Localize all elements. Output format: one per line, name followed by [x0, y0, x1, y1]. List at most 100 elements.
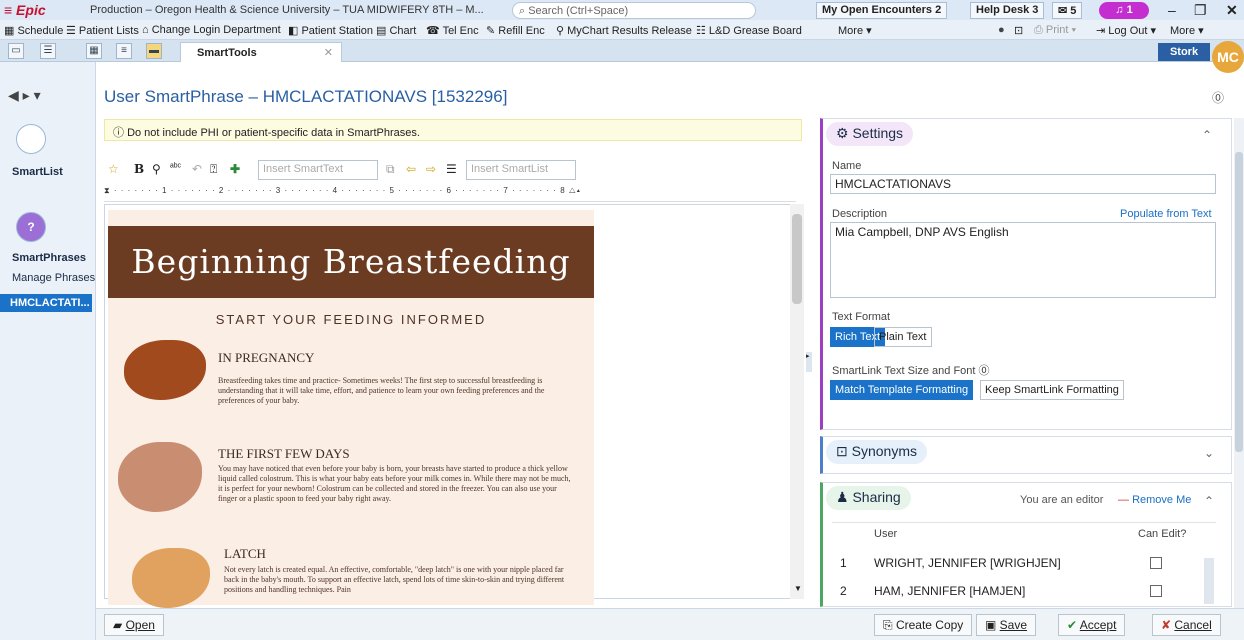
left-arrow-icon[interactable]: ⇦ — [406, 162, 416, 176]
remove-me-label: Remove Me — [1132, 494, 1192, 506]
editor-scroll-thumb[interactable] — [792, 214, 802, 304]
description-field[interactable]: Mia Campbell, DNP AVS English — [830, 222, 1216, 298]
copy-icon: ⎘ — [883, 618, 896, 632]
tab-smarttools[interactable]: SmartTools ✕ — [180, 42, 342, 62]
messages-count: 5 — [1070, 5, 1077, 17]
insert-smarttext-input[interactable]: Insert SmartText — [258, 160, 378, 180]
patient-lists-button[interactable]: ☰ Patient Lists — [66, 24, 139, 37]
add-icon[interactable]: ✚ — [230, 162, 240, 176]
lock-icon[interactable]: ⊡ — [1014, 24, 1023, 37]
warning-text: Do not include PHI or patient-specific d… — [127, 127, 420, 139]
search-placeholder: Search (Ctrl+Space) — [528, 5, 629, 17]
mychart-results-button[interactable]: ⚲ MyChart Results Release — [556, 24, 692, 37]
accept-button[interactable]: ✔ Accept — [1058, 614, 1126, 636]
keep-smartlink-toggle[interactable]: Keep SmartLink Formatting — [980, 380, 1124, 400]
right-scroll-thumb[interactable] — [1235, 152, 1243, 452]
bell-icon: ♫ — [1115, 4, 1127, 16]
insert-smartlist-input[interactable]: Insert SmartList — [466, 160, 576, 180]
synonyms-header-label: Synonyms — [851, 443, 917, 459]
list-arrow-icon[interactable]: ☰ — [446, 162, 457, 176]
text-format-label: Text Format — [832, 311, 891, 323]
expand-icon[interactable]: ⌄ — [1204, 446, 1214, 460]
match-template-toggle[interactable]: Match Template Formatting — [830, 380, 974, 400]
settings-header-label: Settings — [852, 125, 904, 141]
star-icon[interactable]: ☆ — [108, 162, 119, 176]
cancel-label: Cancel — [1174, 618, 1212, 632]
help-desk-button[interactable]: Help Desk 3 — [970, 2, 1045, 19]
window-title: Production – Oregon Health & Science Uni… — [90, 4, 484, 16]
change-login-button[interactable]: ⌂ Change Login Department — [142, 24, 281, 36]
sharing-header[interactable]: ♟ Sharing — [826, 486, 911, 510]
notifications-button[interactable]: ♫ 1 — [1099, 2, 1149, 19]
synonyms-header[interactable]: ⊡ Synonyms — [826, 440, 927, 464]
patient-station-button[interactable]: ◧ Patient Station — [288, 24, 373, 37]
collapse-icon[interactable]: ⌃ — [1202, 128, 1212, 142]
grease-board-button[interactable]: ☷ L&D Grease Board — [696, 24, 802, 37]
save-button[interactable]: ▣ Save — [976, 614, 1037, 636]
avatar[interactable]: MC — [1212, 41, 1244, 73]
collapse-sharing-icon[interactable]: ⌃ — [1204, 494, 1214, 508]
template-icon[interactable]: ⍰ — [210, 162, 217, 177]
page-title: User SmartPhrase – HMCLACTATIONAVS [1532… — [104, 87, 508, 106]
sharing-scrollbar[interactable] — [1204, 558, 1214, 604]
stork-button[interactable]: Stork — [1158, 43, 1210, 61]
name-field[interactable]: HMCLACTATIONAVS — [830, 174, 1216, 194]
cancel-button[interactable]: ✘ Cancel — [1152, 614, 1221, 636]
scroll-down-icon[interactable]: ▼ — [794, 584, 802, 593]
settings-header[interactable]: ⚙ Settings — [826, 122, 914, 146]
inbox-icon[interactable]: ▬ — [146, 43, 162, 59]
document-subhead: START YOUR FEEDING INFORMED — [215, 312, 487, 327]
panel-splitter-icon[interactable]: ▸ — [806, 352, 812, 372]
schedule-button[interactable]: ▦ Schedule — [4, 24, 63, 37]
help-icon[interactable]: ⓪ — [979, 365, 990, 377]
plain-text-toggle[interactable]: Plain Text — [874, 327, 932, 347]
minus-icon: — — [1118, 494, 1133, 506]
back-arrow-icon[interactable]: ◀ ▸ ▾ — [8, 87, 41, 104]
list-icon[interactable]: ≡ — [116, 43, 132, 59]
smarttext-lookup-icon[interactable]: ⧉ — [386, 162, 395, 177]
more-right-menu[interactable]: More ▾ — [1170, 24, 1204, 37]
messages-button[interactable]: ✉ 5 — [1052, 2, 1083, 19]
editor-note: You are an editor — [1020, 494, 1104, 506]
sidebar-item-smartphrases[interactable]: SmartPhrases — [12, 252, 86, 264]
undo-icon[interactable]: ↶ — [192, 162, 202, 176]
tel-enc-button[interactable]: ☎ Tel Enc — [426, 24, 479, 37]
refill-enc-button[interactable]: ✎ Refill Enc — [486, 24, 545, 37]
chart-button[interactable]: ▤ Chart — [376, 24, 416, 37]
right-arrow-icon[interactable]: ⇨ — [426, 162, 436, 176]
can-edit-checkbox[interactable] — [1150, 585, 1162, 597]
print-button[interactable]: ⎙ Print ▾ — [1034, 24, 1076, 37]
can-edit-checkbox[interactable] — [1150, 557, 1162, 569]
bold-icon[interactable]: B — [134, 162, 144, 176]
sidebar-item-active[interactable]: HMCLACTATI... — [0, 294, 92, 312]
spellcheck-icon[interactable]: ᵃᵇᶜ — [170, 162, 181, 173]
remove-me-link[interactable]: — Remove Me — [1118, 494, 1191, 506]
section-title: THE FIRST FEW DAYS — [218, 446, 350, 461]
activity-icon[interactable]: ▭ — [8, 43, 24, 59]
open-button[interactable]: ▰ Open — [104, 614, 164, 636]
help-icon[interactable]: ⓪ — [1212, 89, 1224, 106]
save-label: Save — [999, 618, 1028, 632]
sidebar-item-smartlist[interactable]: SmartList — [12, 166, 63, 178]
minimize-icon[interactable]: – — [1168, 2, 1176, 18]
table-row-user[interactable]: WRIGHT, JENNIFER [WRIGHJEN] — [874, 556, 1061, 570]
section-body: Not every latch is created equal. An eff… — [224, 565, 565, 594]
log-out-button[interactable]: ⇥ Log Out ▾ — [1096, 24, 1156, 37]
smartlink-label-text: SmartLink Text Size and Font — [832, 365, 976, 377]
epic-logo[interactable]: ≡ Epic — [4, 2, 46, 18]
populate-from-text-link[interactable]: Populate from Text — [1120, 208, 1212, 220]
find-icon[interactable]: ⚲ — [152, 162, 161, 176]
create-copy-button[interactable]: ⎘ Create Copy — [874, 614, 973, 636]
more-menu[interactable]: More ▾ — [838, 24, 872, 37]
sidebar-item-manage-phrases[interactable]: Manage Phrases — [12, 272, 95, 284]
close-icon[interactable]: ✕ — [1226, 2, 1238, 19]
calendar-icon[interactable]: ▦ — [86, 43, 102, 59]
smartphrase-icon[interactable]: ? — [16, 212, 46, 242]
open-encounters-button[interactable]: My Open Encounters 2 — [816, 2, 948, 19]
restore-icon[interactable]: ❐ — [1194, 2, 1207, 19]
close-tab-icon[interactable]: ✕ — [324, 46, 333, 59]
smartlist-icon[interactable] — [16, 124, 46, 154]
search-input[interactable]: ⌕ Search (Ctrl+Space) — [512, 2, 756, 19]
table-row-user[interactable]: HAM, JENNIFER [HAMJEN] — [874, 584, 1025, 598]
patient-list-icon[interactable]: ☰ — [40, 43, 56, 59]
